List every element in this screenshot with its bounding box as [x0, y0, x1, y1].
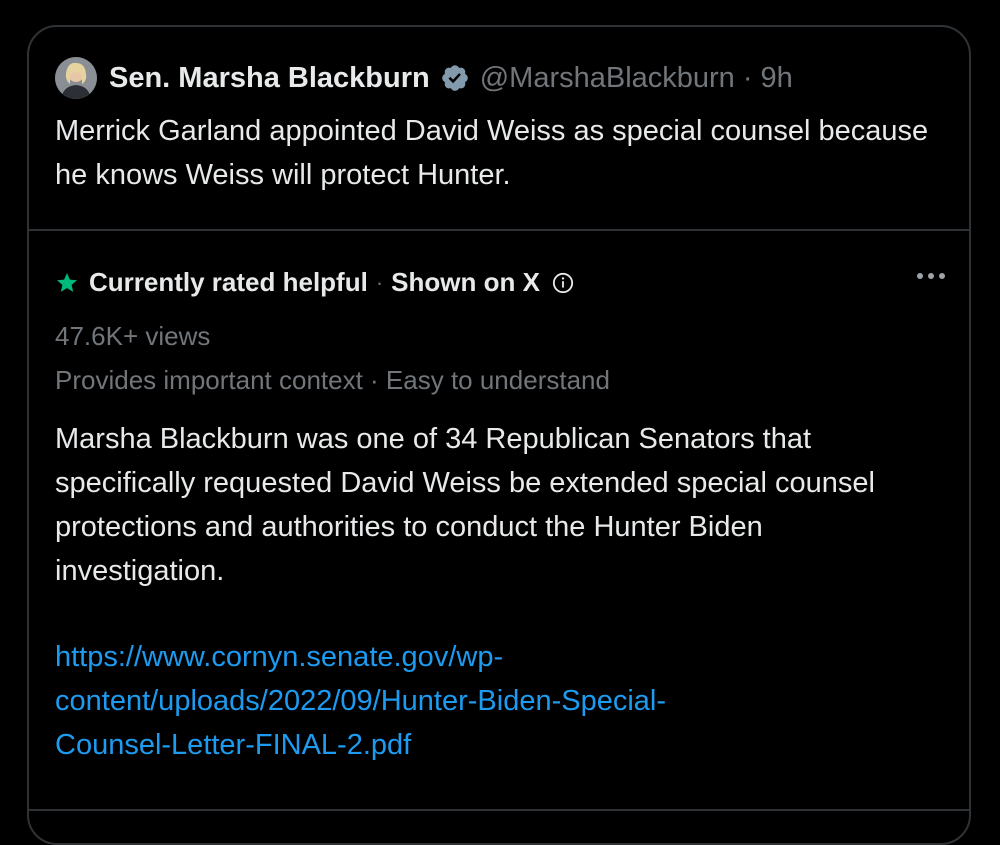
note-text: Marsha Blackburn was one of 34 Republica…: [55, 423, 875, 587]
note-header: Currently rated helpful · Shown on X: [55, 267, 574, 298]
tweet[interactable]: Sen. Marsha Blackburn @MarshaBlackburn ·…: [29, 27, 969, 231]
tweet-text: Merrick Garland appointed David Weiss as…: [55, 115, 929, 191]
divider: [29, 809, 969, 811]
display-name[interactable]: Sen. Marsha Blackburn: [109, 62, 430, 95]
avatar[interactable]: [55, 57, 97, 99]
more-options-icon[interactable]: [917, 273, 945, 279]
star-icon: [55, 271, 79, 295]
note-tags: Provides important context · Easy to und…: [55, 365, 610, 395]
shown-on-label: Shown on X: [391, 267, 540, 297]
handle[interactable]: @MarshaBlackburn: [480, 62, 735, 95]
author-row: Sen. Marsha Blackburn @MarshaBlackburn ·…: [55, 57, 793, 99]
note-link-line-2: content/uploads/2022/09/Hunter-Biden-Spe…: [55, 685, 667, 717]
tweet-card[interactable]: Sen. Marsha Blackburn @MarshaBlackburn ·…: [27, 25, 971, 845]
timestamp[interactable]: 9h: [761, 62, 793, 95]
info-icon[interactable]: [552, 272, 574, 294]
note-separator: ·: [375, 269, 384, 295]
note-views: 47.6K+ views: [55, 321, 211, 351]
note-source-link[interactable]: https://www.cornyn.senate.gov/wp- conten…: [55, 635, 875, 767]
verified-badge-icon: [440, 63, 470, 93]
meta-separator: ·: [742, 61, 753, 94]
note-link-line-1: https://www.cornyn.senate.gov/wp-: [55, 641, 504, 673]
note-link-line-3: Counsel-Letter-FINAL-2.pdf: [55, 729, 412, 761]
note-status: Currently rated helpful: [89, 267, 368, 297]
